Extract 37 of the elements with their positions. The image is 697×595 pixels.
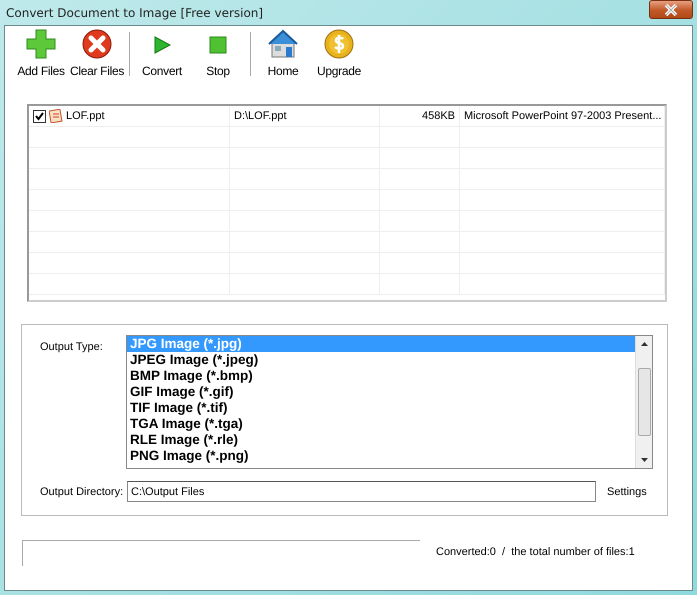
file-path: D:\LOF.ppt (234, 110, 287, 122)
output-type-list[interactable]: JPG Image (*.jpg) JPEG Image (*.jpeg) BMP Image (*.bmp) GIF Image (*.gif) TIF Image (*.tif) TGA Image (*.tga) RLE Image (*.rle) PNG Image (*.png) (126, 335, 653, 469)
list-item[interactable]: GIF Image (*.gif) (127, 384, 635, 400)
output-type-label: Output Type: (40, 340, 104, 353)
close-button[interactable] (649, 0, 693, 19)
plus-icon (25, 28, 57, 60)
settings-link[interactable]: Settings (607, 486, 647, 498)
scroll-up-icon[interactable] (640, 342, 648, 346)
toolbar-button[interactable]: Add Files (13, 30, 69, 82)
toolbar-button[interactable]: Upgrade (311, 30, 367, 82)
toolbar-button[interactable]: Stop (190, 30, 246, 82)
window-title: Convert Document to Image [Free version] (5, 6, 264, 20)
toolbar-button[interactable]: Clear Files (69, 30, 125, 82)
list-item[interactable]: JPEG Image (*.jpeg) (127, 352, 635, 368)
scrollbar[interactable] (635, 336, 652, 468)
output-directory-field[interactable]: C:\Output Files (127, 481, 596, 502)
list-item[interactable]: RLE Image (*.rle) (127, 432, 635, 448)
stop-icon (209, 36, 227, 54)
list-item[interactable]: TGA Image (*.tga) (127, 416, 635, 432)
scroll-down-icon[interactable] (640, 458, 648, 462)
list-item[interactable]: BMP Image (*.bmp) (127, 368, 635, 384)
toolbar-button[interactable]: Convert (134, 30, 190, 82)
toolbar-button[interactable]: Home (255, 30, 311, 82)
status-text: Converted:0 / the total number of files:1 (436, 545, 635, 558)
output-directory-label: Output Directory: (40, 486, 124, 498)
file-type: Microsoft PowerPoint 97-2003 Present... (464, 110, 662, 122)
close-icon (81, 28, 113, 60)
checkbox[interactable] (33, 110, 46, 122)
document-icon (49, 109, 63, 123)
list-item[interactable]: TIF Image (*.tif) (127, 400, 635, 416)
file-size: 458KB (422, 110, 455, 122)
file-name: LOF.ppt (66, 110, 105, 122)
play-icon (152, 35, 172, 55)
close-icon (663, 4, 679, 16)
dollar-coin-icon (323, 28, 355, 60)
list-item[interactable]: PNG Image (*.png) (127, 448, 635, 464)
house-icon (267, 28, 299, 60)
